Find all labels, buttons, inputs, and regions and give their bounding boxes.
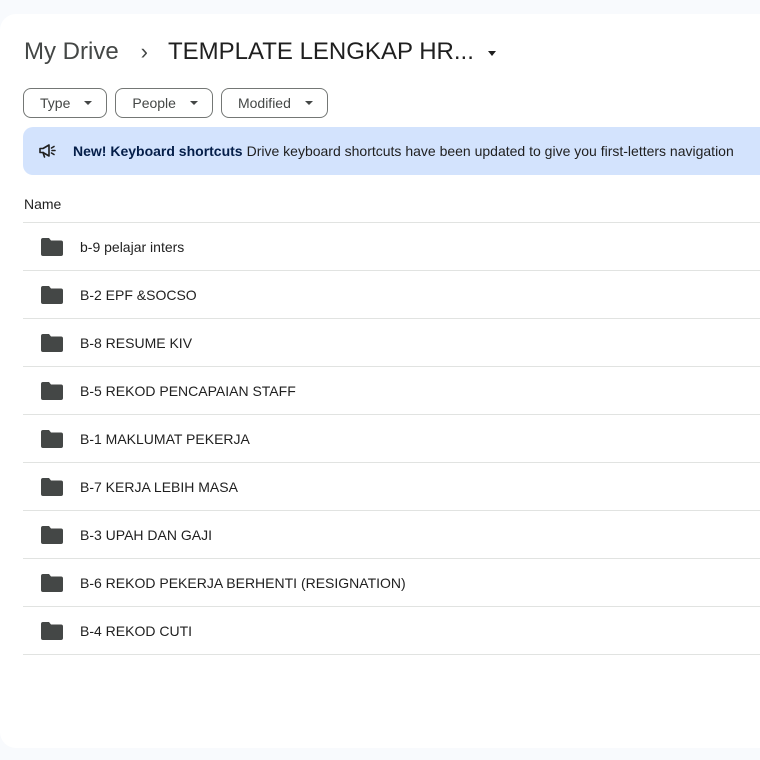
filter-chips: Type People Modified <box>23 88 328 118</box>
list-item[interactable]: B-2 EPF &SOCSO <box>23 271 760 319</box>
list-item-label: B-2 EPF &SOCSO <box>80 286 197 303</box>
banner-message: Drive keyboard shortcuts have been updat… <box>246 143 734 159</box>
breadcrumb-current-folder-label: TEMPLATE LENGKAP HR... <box>168 38 474 65</box>
list-item[interactable]: B-7 KERJA LEBIH MASA <box>23 463 760 511</box>
caret-down-icon <box>487 50 496 56</box>
megaphone-icon <box>39 141 59 161</box>
list-item-label: B-8 RESUME KIV <box>80 334 193 351</box>
folder-icon <box>41 477 63 496</box>
list-item[interactable]: B-3 UPAH DAN GAJI <box>23 511 760 559</box>
list-item-label: B-7 KERJA LEBIH MASA <box>80 478 238 495</box>
folder-icon <box>41 429 63 448</box>
modified-filter-label: Modified <box>237 95 291 111</box>
caret-down-icon <box>84 101 93 105</box>
list-item[interactable]: B-6 REKOD PEKERJA BERHENTI (RESIGNATION) <box>23 559 760 607</box>
list-item[interactable]: B-4 REKOD CUTI <box>23 607 760 655</box>
folder-icon <box>41 285 63 304</box>
folder-icon <box>41 525 63 544</box>
folder-icon <box>41 237 63 256</box>
type-filter-label: Type <box>40 95 71 111</box>
breadcrumb-my-drive[interactable]: My Drive <box>24 38 119 66</box>
people-filter-label: People <box>132 95 176 111</box>
folder-icon <box>41 621 63 640</box>
people-filter-chip[interactable]: People <box>115 88 213 118</box>
list-item-label: b-9 pelajar inters <box>80 238 185 255</box>
list-item-label: B-5 REKOD PENCAPAIAN STAFF <box>80 382 296 399</box>
folder-icon <box>41 333 63 352</box>
caret-down-icon <box>304 101 313 105</box>
list-item-label: B-6 REKOD PEKERJA BERHENTI (RESIGNATION) <box>80 574 406 591</box>
file-list: b-9 pelajar inters B-2 EPF &SOCSO B-8 RE… <box>23 222 760 655</box>
banner-title: New! Keyboard shortcuts <box>73 143 243 159</box>
caret-down-icon <box>189 101 198 105</box>
drive-main-panel: My Drive › TEMPLATE LENGKAP HR... Type P… <box>0 14 760 748</box>
name-column-header[interactable]: Name <box>24 196 61 212</box>
modified-filter-chip[interactable]: Modified <box>220 88 328 118</box>
folder-icon <box>41 381 63 400</box>
folder-icon <box>41 573 63 592</box>
type-filter-chip[interactable]: Type <box>23 88 108 118</box>
list-item-label: B-3 UPAH DAN GAJI <box>80 526 212 543</box>
breadcrumb-current-folder-button[interactable]: TEMPLATE LENGKAP HR... <box>168 38 496 66</box>
list-item-label: B-1 MAKLUMAT PEKERJA <box>80 430 250 447</box>
list-item[interactable]: B-8 RESUME KIV <box>23 319 760 367</box>
breadcrumb: My Drive › TEMPLATE LENGKAP HR... <box>24 34 496 70</box>
list-item[interactable]: B-1 MAKLUMAT PEKERJA <box>23 415 760 463</box>
breadcrumb-separator: › <box>140 39 148 64</box>
list-item[interactable]: B-5 REKOD PENCAPAIAN STAFF <box>23 367 760 415</box>
list-item-label: B-4 REKOD CUTI <box>80 622 193 639</box>
keyboard-shortcuts-banner: New! Keyboard shortcuts Drive keyboard s… <box>23 127 760 175</box>
list-item[interactable]: b-9 pelajar inters <box>23 223 760 271</box>
